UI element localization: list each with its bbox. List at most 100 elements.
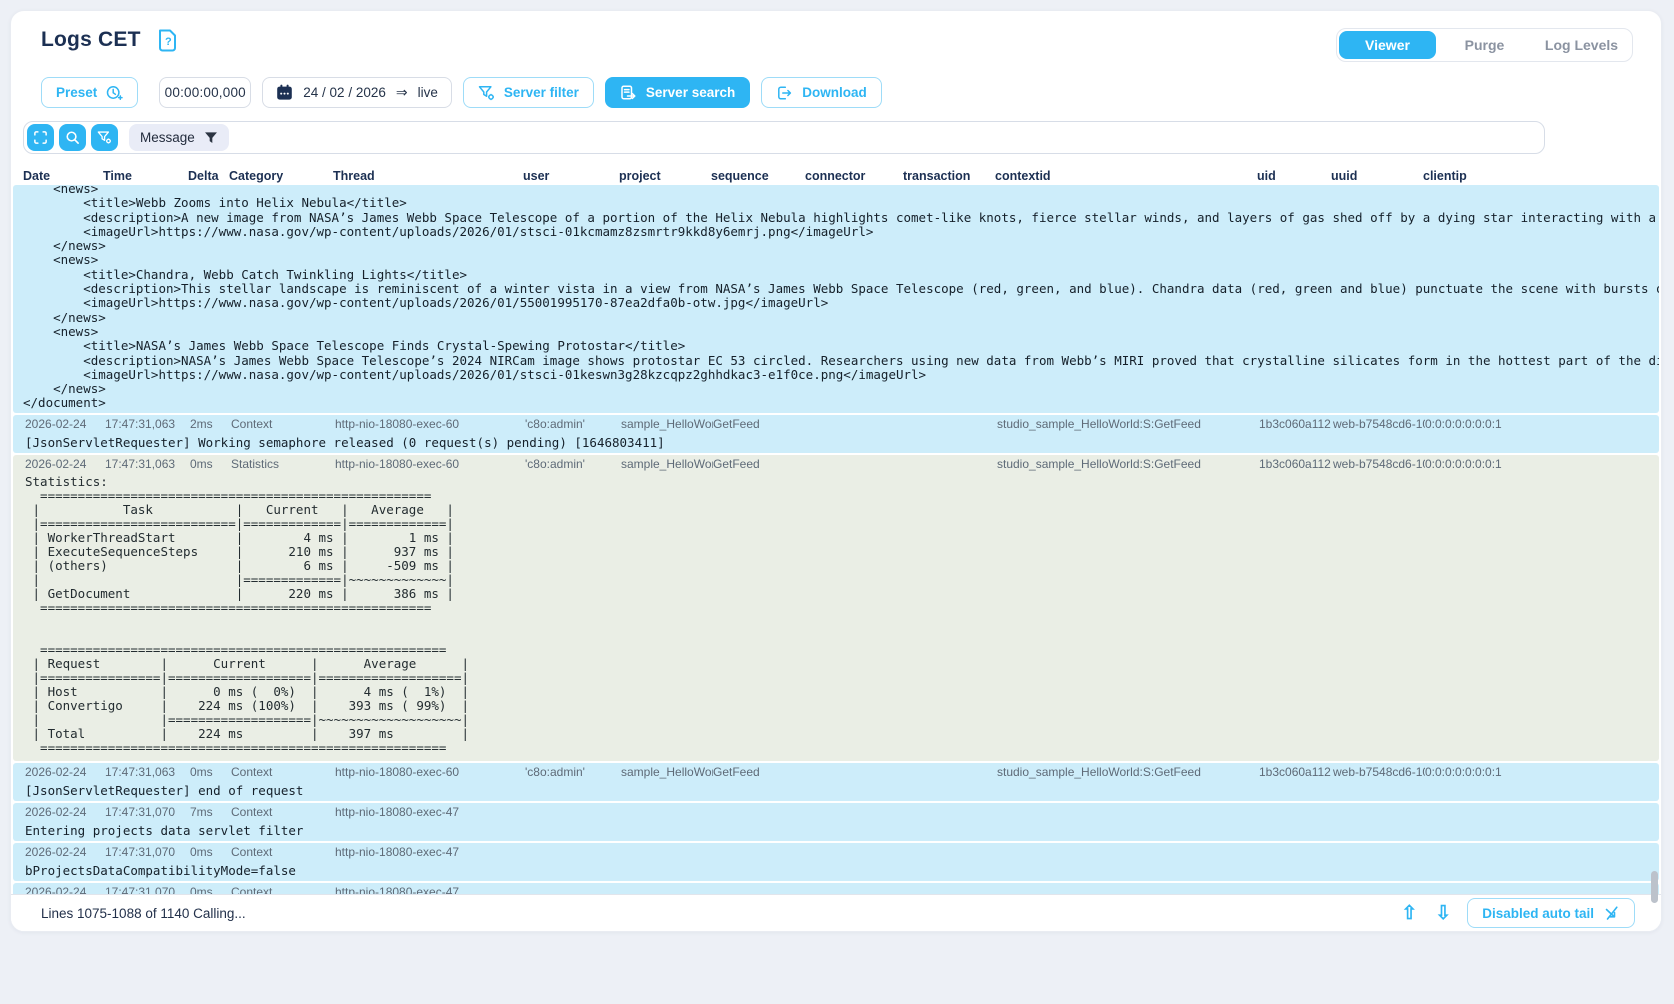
cell-time: 17:47:31,063 [105, 457, 190, 471]
log-row[interactable]: 2026-02-24 17:47:31,063 0ms Statistics h… [13, 455, 1659, 761]
cell-uuid: web-b7548cd6-10 [1333, 417, 1425, 431]
column-transaction: transaction [903, 169, 995, 183]
cell-delta: 7ms [190, 805, 231, 819]
cell-category: Context [231, 417, 335, 431]
expand-button[interactable] [27, 124, 54, 151]
column-user: user [523, 169, 619, 183]
log-message: [JsonServletRequester] Working semaphore… [13, 433, 1659, 453]
cell-category: Context [231, 765, 335, 779]
auto-tail-off-icon [1603, 905, 1620, 921]
tab-viewer[interactable]: Viewer [1339, 31, 1436, 59]
cell-project: sample_HelloWorld [621, 457, 713, 471]
column-thread: Thread [333, 169, 523, 183]
cell-user: 'c8o:admin' [525, 417, 621, 431]
preset-button[interactable]: Preset [41, 77, 138, 108]
cell-thread: http-nio-18080-exec-60 [335, 457, 525, 471]
page-title: Logs CET [41, 28, 141, 52]
log-row[interactable]: 2026-02-24 17:47:31,063 0ms Context http… [13, 763, 1659, 801]
download-button[interactable]: Download [761, 77, 882, 108]
cell-thread: http-nio-18080-exec-47 [335, 805, 525, 819]
message-filter-chip[interactable]: Message [129, 124, 229, 151]
filter-text-input[interactable] [234, 122, 1541, 153]
column-clientip: clientip [1423, 169, 1661, 183]
status-bar: Lines 1075-1088 of 1140 Calling... ⇧ ⇩ D… [11, 894, 1661, 931]
column-project: project [619, 169, 711, 183]
time-value: 00:00:00,000 [165, 85, 246, 100]
column-contextid: contextid [995, 169, 1257, 183]
download-label: Download [802, 85, 867, 100]
tab-log-levels[interactable]: Log Levels [1533, 31, 1630, 59]
cell-thread: http-nio-18080-exec-60 [335, 765, 525, 779]
cell-delta: 2ms [190, 417, 231, 431]
cell-thread: http-nio-18080-exec-60 [335, 417, 525, 431]
server-filter-button[interactable]: Server filter [463, 77, 594, 108]
column-time: Time [103, 169, 188, 183]
time-input[interactable]: 00:00:00,000 [159, 77, 251, 108]
log-message: [JsonServletRequester] end of request [13, 781, 1659, 801]
log-row[interactable]: 2026-02-24 17:47:31,063 2ms Context http… [13, 415, 1659, 453]
table-header: Date Time Delta Category Thread user pro… [11, 166, 1661, 185]
auto-tail-button[interactable]: Disabled auto tail [1467, 898, 1635, 928]
log-row[interactable]: 2026-02-24 17:47:31,070 0ms Context http… [13, 843, 1659, 881]
funnel-icon [204, 131, 218, 145]
cell-clientip: 0:0:0:0:0:0:0:1 [1425, 417, 1659, 431]
cell-clientip: 0:0:0:0:0:0:0:1 [1425, 765, 1659, 779]
column-connector: connector [805, 169, 903, 183]
filter-settings-button[interactable] [91, 124, 118, 151]
column-uid: uid [1257, 169, 1331, 183]
tab-purge[interactable]: Purge [1436, 31, 1533, 59]
cell-uid: 1b3c060a112 [1259, 417, 1333, 431]
auto-tail-label: Disabled auto tail [1482, 906, 1594, 921]
cell-date: 2026-02-24 [25, 457, 105, 471]
log-row-meta: 2026-02-24 17:47:31,063 0ms Context http… [13, 763, 1659, 781]
scroll-up-button[interactable]: ⇧ [1399, 904, 1419, 923]
scrollbar-thumb[interactable] [1651, 871, 1658, 903]
cell-time: 17:47:31,063 [105, 765, 190, 779]
cell-uuid: web-b7548cd6-10 [1333, 765, 1425, 779]
cell-project: sample_HelloWorld [621, 765, 713, 779]
cell-delta: 0ms [190, 765, 231, 779]
cell-thread: http-nio-18080-exec-47 [335, 845, 525, 859]
cell-uuid: web-b7548cd6-10 [1333, 457, 1425, 471]
cell-contextid: studio_sample_HelloWorld:S:GetFeed [997, 765, 1259, 779]
log-viewer-card: Logs CET ? Viewer Purge Log Levels Prese… [10, 10, 1662, 932]
date-picker[interactable]: 24 / 02 / 2026 ⇒ live [262, 77, 452, 108]
column-delta: Delta [188, 169, 229, 183]
cell-date: 2026-02-24 [25, 805, 105, 819]
server-filter-label: Server filter [504, 85, 579, 100]
preset-label: Preset [56, 85, 97, 100]
cell-sequence: GetFeed [713, 457, 807, 471]
log-row-meta: 2026-02-24 17:47:31,070 0ms Context http… [13, 843, 1659, 861]
column-date: Date [23, 169, 103, 183]
log-row-meta: 2026-02-24 17:47:31,063 2ms Context http… [13, 415, 1659, 433]
server-search-button[interactable]: Server search [605, 77, 750, 108]
cell-user: 'c8o:admin' [525, 457, 621, 471]
download-icon [776, 85, 793, 101]
log-xml-block[interactable]: <news> <title>Webb Zooms into Helix Nebu… [13, 185, 1659, 413]
funnel-gear-icon [478, 85, 495, 101]
column-sequence: sequence [711, 169, 805, 183]
cell-uid: 1b3c060a112 [1259, 765, 1333, 779]
view-tabs: Viewer Purge Log Levels [1336, 28, 1633, 62]
cell-date: 2026-02-24 [25, 845, 105, 859]
search-icon-button[interactable] [59, 124, 86, 151]
cell-sequence: GetFeed [713, 765, 807, 779]
cell-sequence: GetFeed [713, 417, 807, 431]
cell-time: 17:47:31,070 [105, 805, 190, 819]
log-row-meta: 2026-02-24 17:47:31,070 7ms Context http… [13, 803, 1659, 821]
search-bar: Message [23, 121, 1545, 154]
scroll-down-button[interactable]: ⇩ [1433, 904, 1453, 923]
log-statistics-block: Statistics: ============================… [13, 473, 1659, 761]
lines-status: Lines 1075-1088 of 1140 Calling... [41, 906, 246, 921]
column-uuid: uuid [1331, 169, 1423, 183]
log-file-help-icon[interactable]: ? [157, 29, 178, 52]
log-search-icon [620, 85, 637, 101]
cell-category: Statistics [231, 457, 335, 471]
cell-date: 2026-02-24 [25, 417, 105, 431]
log-list: <news> <title>Webb Zooms into Helix Nebu… [11, 185, 1661, 901]
log-row[interactable]: 2026-02-24 17:47:31,070 7ms Context http… [13, 803, 1659, 841]
xml-content: <news> <title>Webb Zooms into Helix Nebu… [13, 185, 1659, 411]
calendar-icon [276, 84, 293, 101]
date-value: 24 / 02 / 2026 [303, 85, 386, 100]
log-row-meta: 2026-02-24 17:47:31,063 0ms Statistics h… [13, 455, 1659, 473]
